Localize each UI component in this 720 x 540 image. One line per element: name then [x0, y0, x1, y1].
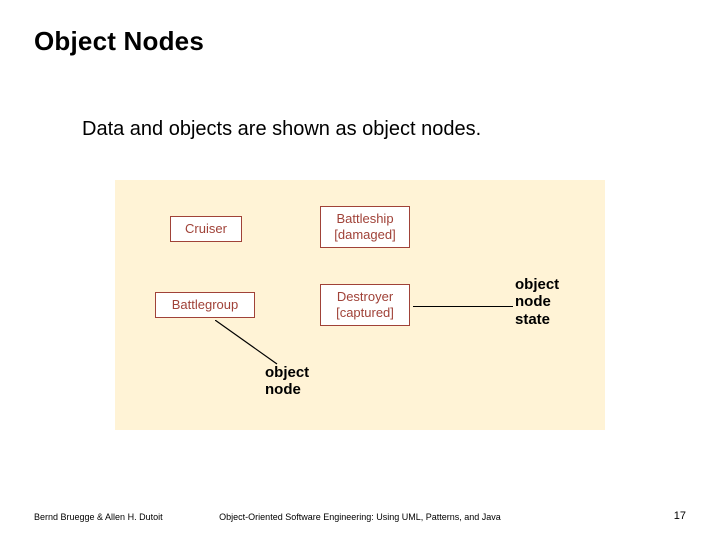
- annotation-object-node: object node: [265, 364, 309, 399]
- annotation-object-node-state: object node state: [515, 276, 559, 328]
- object-node-label: Battlegroup: [172, 297, 239, 313]
- object-node-cruiser: Cruiser: [170, 216, 242, 242]
- page-number: 17: [674, 510, 686, 522]
- object-node-destroyer: Destroyer [captured]: [320, 284, 410, 326]
- slide: Object Nodes Data and objects are shown …: [0, 0, 720, 540]
- object-node-label: Destroyer: [337, 289, 393, 305]
- object-node-state: [damaged]: [334, 227, 395, 243]
- footer-book: Object-Oriented Software Engineering: Us…: [0, 512, 720, 522]
- annotation-line: state: [515, 311, 559, 328]
- subtitle: Data and objects are shown as object nod…: [82, 118, 481, 141]
- diagram-panel: Cruiser Battleship [damaged] Battlegroup…: [115, 180, 605, 430]
- object-node-label: Cruiser: [185, 221, 227, 237]
- object-node-battleship: Battleship [damaged]: [320, 206, 410, 248]
- object-node-state: [captured]: [336, 305, 394, 321]
- pointer-line: [215, 320, 285, 366]
- annotation-line: node: [265, 381, 309, 398]
- annotation-line: object: [265, 364, 309, 381]
- annotation-line: object: [515, 276, 559, 293]
- annotation-line: node: [515, 293, 559, 310]
- pointer-line: [413, 306, 513, 307]
- object-node-label: Battleship: [336, 211, 393, 227]
- page-title: Object Nodes: [34, 26, 204, 57]
- object-node-battlegroup: Battlegroup: [155, 292, 255, 318]
